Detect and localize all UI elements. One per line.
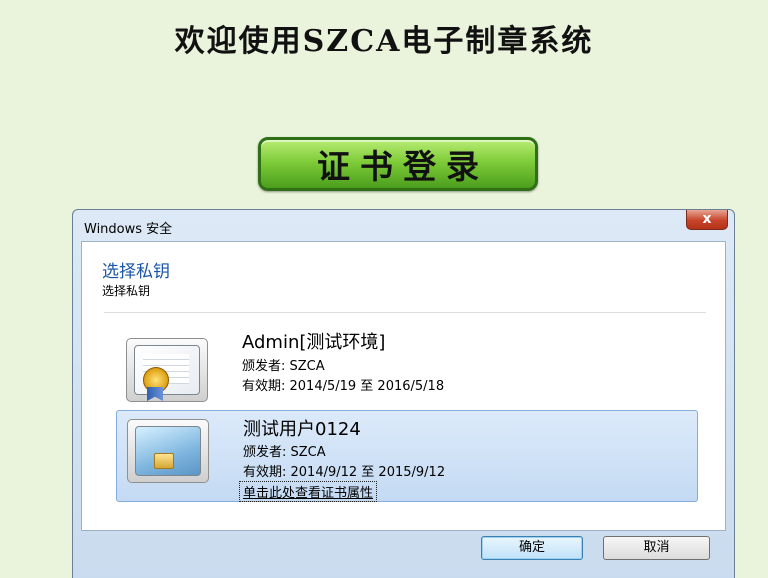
certificate-validity: 有效期: 2014/9/12 至 2015/9/12	[243, 465, 446, 480]
windows-security-dialog: Windows 安全 x 选择私钥 选择私钥 Admin[测试环境] 颁发者: …	[72, 209, 735, 578]
certificate-item-admin[interactable]: Admin[测试环境] 颁发者: SZCA 有效期: 2014/5/19 至 2…	[116, 330, 698, 422]
ok-button[interactable]: 确定	[481, 536, 583, 560]
dialog-heading: 选择私钥	[102, 262, 170, 282]
dialog-content: 选择私钥 选择私钥 Admin[测试环境] 颁发者: SZCA 有效期: 201…	[81, 241, 726, 531]
certificate-item-test-user[interactable]: 测试用户0124 颁发者: SZCA 有效期: 2014/9/12 至 2015…	[116, 410, 698, 502]
close-button[interactable]: x	[686, 210, 728, 230]
certificate-document-icon	[126, 338, 208, 402]
cancel-button[interactable]: 取消	[603, 536, 710, 560]
view-certificate-properties-link[interactable]: 单击此处查看证书属性	[239, 481, 378, 502]
certificate-name: 测试用户0124	[243, 419, 361, 440]
dialog-title: Windows 安全	[84, 222, 173, 237]
certificate-name: Admin[测试环境]	[242, 332, 386, 353]
certificate-issuer: 颁发者: SZCA	[243, 445, 326, 460]
smart-card-icon	[127, 419, 209, 483]
certificate-issuer: 颁发者: SZCA	[242, 359, 325, 374]
page-title: 欢迎使用SZCA电子制章系统	[174, 24, 594, 59]
divider	[104, 312, 706, 313]
certificate-login-button[interactable]: 证书登录	[258, 137, 538, 191]
certificate-validity: 有效期: 2014/5/19 至 2016/5/18	[242, 379, 445, 394]
dialog-subheading: 选择私钥	[102, 284, 151, 298]
